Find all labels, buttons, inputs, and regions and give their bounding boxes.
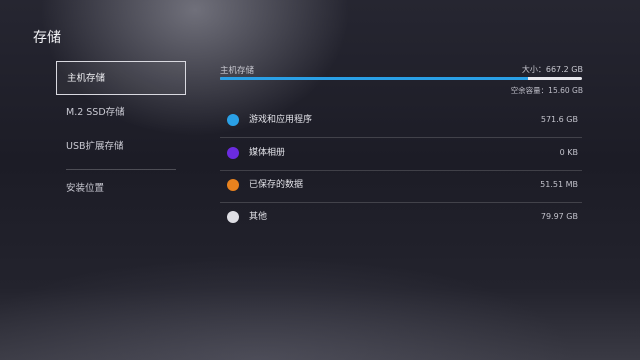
sidebar-item-m2-ssd-storage[interactable]: M.2 SSD存储: [56, 96, 186, 130]
category-row-saved-data[interactable]: 已保存的数据 51.51 MB: [220, 171, 582, 201]
circle-icon: [227, 114, 239, 126]
category-name: 游戏和应用程序: [249, 115, 313, 125]
storage-total-size: 大小：667.2 GB: [521, 65, 583, 74]
circle-icon: [227, 147, 239, 159]
category-size: 0 KB: [559, 148, 578, 157]
page-title: 存储: [33, 30, 61, 46]
category-size: 79.97 GB: [540, 212, 578, 221]
category-row-media-gallery[interactable]: 媒体相册 0 KB: [220, 139, 582, 169]
sidebar-item-install-location[interactable]: 安装位置: [56, 172, 186, 206]
circle-icon: [227, 211, 239, 223]
category-row-other[interactable]: 其他 79.97 GB: [220, 203, 582, 233]
category-row-games-apps[interactable]: 游戏和应用程序 571.6 GB: [220, 106, 582, 136]
category-size: 51.51 MB: [540, 180, 578, 189]
storage-usage-bar: [220, 77, 582, 80]
sidebar-item-label: 安装位置: [66, 183, 105, 194]
sidebar-item-console-storage[interactable]: 主机存储: [56, 61, 186, 95]
storage-free-space: 空余容量：15.60 GB: [510, 86, 583, 95]
sidebar-item-usb-storage[interactable]: USB扩展存储: [56, 130, 186, 164]
sidebar-item-label: 主机存储: [67, 73, 106, 84]
sidebar-divider: [66, 169, 176, 170]
category-name: 媒体相册: [249, 148, 286, 158]
storage-label: 主机存储: [220, 66, 255, 76]
sidebar-item-label: USB扩展存储: [66, 141, 124, 152]
row-divider: [220, 137, 582, 138]
circle-icon: [227, 179, 239, 191]
sidebar-item-label: M.2 SSD存储: [66, 107, 125, 118]
category-size: 571.6 GB: [540, 115, 578, 124]
category-name: 已保存的数据: [249, 180, 304, 190]
category-name: 其他: [249, 212, 268, 222]
storage-usage-fill: [220, 77, 528, 80]
